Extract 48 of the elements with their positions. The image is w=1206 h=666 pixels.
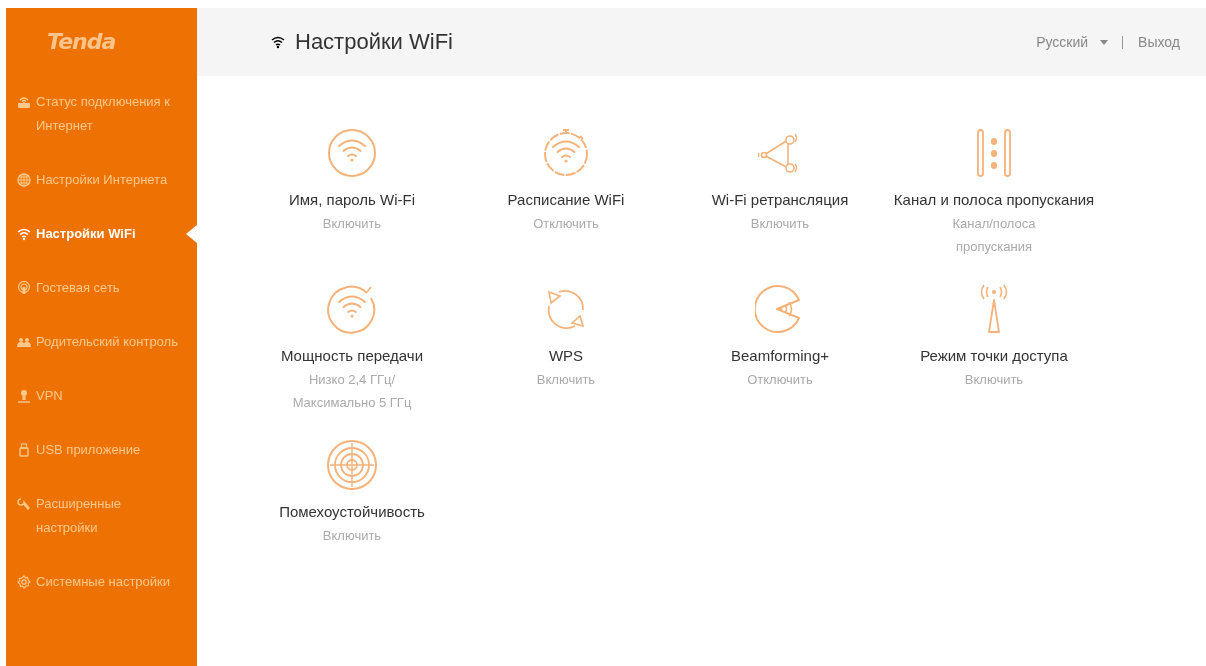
- sidebar-item[interactable]: Настройки Интернета: [6, 153, 197, 207]
- tile-status: Низко 2,4 ГГц/ Максимально 5 ГГц: [291, 371, 413, 412]
- tile-status: Включить: [322, 527, 382, 545]
- person-icon: [17, 389, 31, 403]
- tile-status: Включить: [536, 371, 596, 389]
- wifi-icon: [327, 128, 377, 178]
- wrench-icon: [17, 497, 31, 511]
- tile-title[interactable]: WPS: [548, 344, 584, 368]
- tile-title[interactable]: Помехоустойчивость: [279, 500, 425, 524]
- tile-status: Отключить: [747, 371, 813, 389]
- hotspot-icon: [17, 281, 31, 295]
- tile-title[interactable]: Beamforming+: [731, 344, 829, 368]
- sidebar-item[interactable]: Родительский контроль: [6, 315, 197, 369]
- tile-title[interactable]: Имя, пароль Wi-Fi: [288, 188, 416, 212]
- logo: Tenda: [47, 29, 116, 54]
- gear-icon: [17, 575, 31, 589]
- target-icon: [326, 439, 378, 491]
- tile-status: Включить: [964, 371, 1024, 389]
- selection-pointer: [186, 225, 197, 243]
- tile-status: Включить: [322, 215, 382, 233]
- family-icon: [17, 335, 31, 349]
- tile-title[interactable]: Канал и полоса пропускания: [893, 188, 1095, 212]
- caret-icon: [1100, 39, 1109, 45]
- tile-status: Отключить: [533, 215, 599, 233]
- sidebar-item[interactable]: Расширенные настройки: [6, 477, 197, 555]
- usb-icon: [17, 443, 31, 457]
- sidebar-item[interactable]: USB приложение: [6, 423, 197, 477]
- wifi-icon: [17, 227, 31, 241]
- tile-status: Канал/полоса пропускания: [951, 215, 1037, 256]
- channel-icon: [974, 128, 1014, 178]
- page-title: Настройки WiFi: [295, 29, 453, 55]
- tile-title[interactable]: Wi-Fi ретрансляция: [711, 188, 849, 212]
- tile-title[interactable]: Режим точки доступа: [920, 344, 1068, 368]
- wifi-icon: [271, 35, 285, 49]
- sidebar-item[interactable]: VPN: [6, 369, 197, 423]
- sidebar-item[interactable]: Системные настройки: [6, 555, 197, 609]
- globe-icon: [17, 173, 31, 187]
- router-icon: [17, 95, 31, 109]
- logout-link[interactable]: Выход: [1138, 34, 1180, 50]
- tile-title[interactable]: Мощность передачи: [280, 344, 424, 368]
- sidebar-item[interactable]: Статус подключения к Интернет: [6, 75, 197, 153]
- sidebar-item[interactable]: Гостевая сеть: [6, 261, 197, 315]
- language-dropdown[interactable]: Русский: [1036, 34, 1109, 50]
- tile-status: Включить: [750, 215, 810, 233]
- wifi-icon: [327, 284, 377, 334]
- sidebar-item[interactable]: Настройки WiFi: [6, 207, 197, 261]
- stopwatch-icon: [541, 128, 591, 178]
- tile-title[interactable]: Расписание WiFi: [507, 188, 625, 212]
